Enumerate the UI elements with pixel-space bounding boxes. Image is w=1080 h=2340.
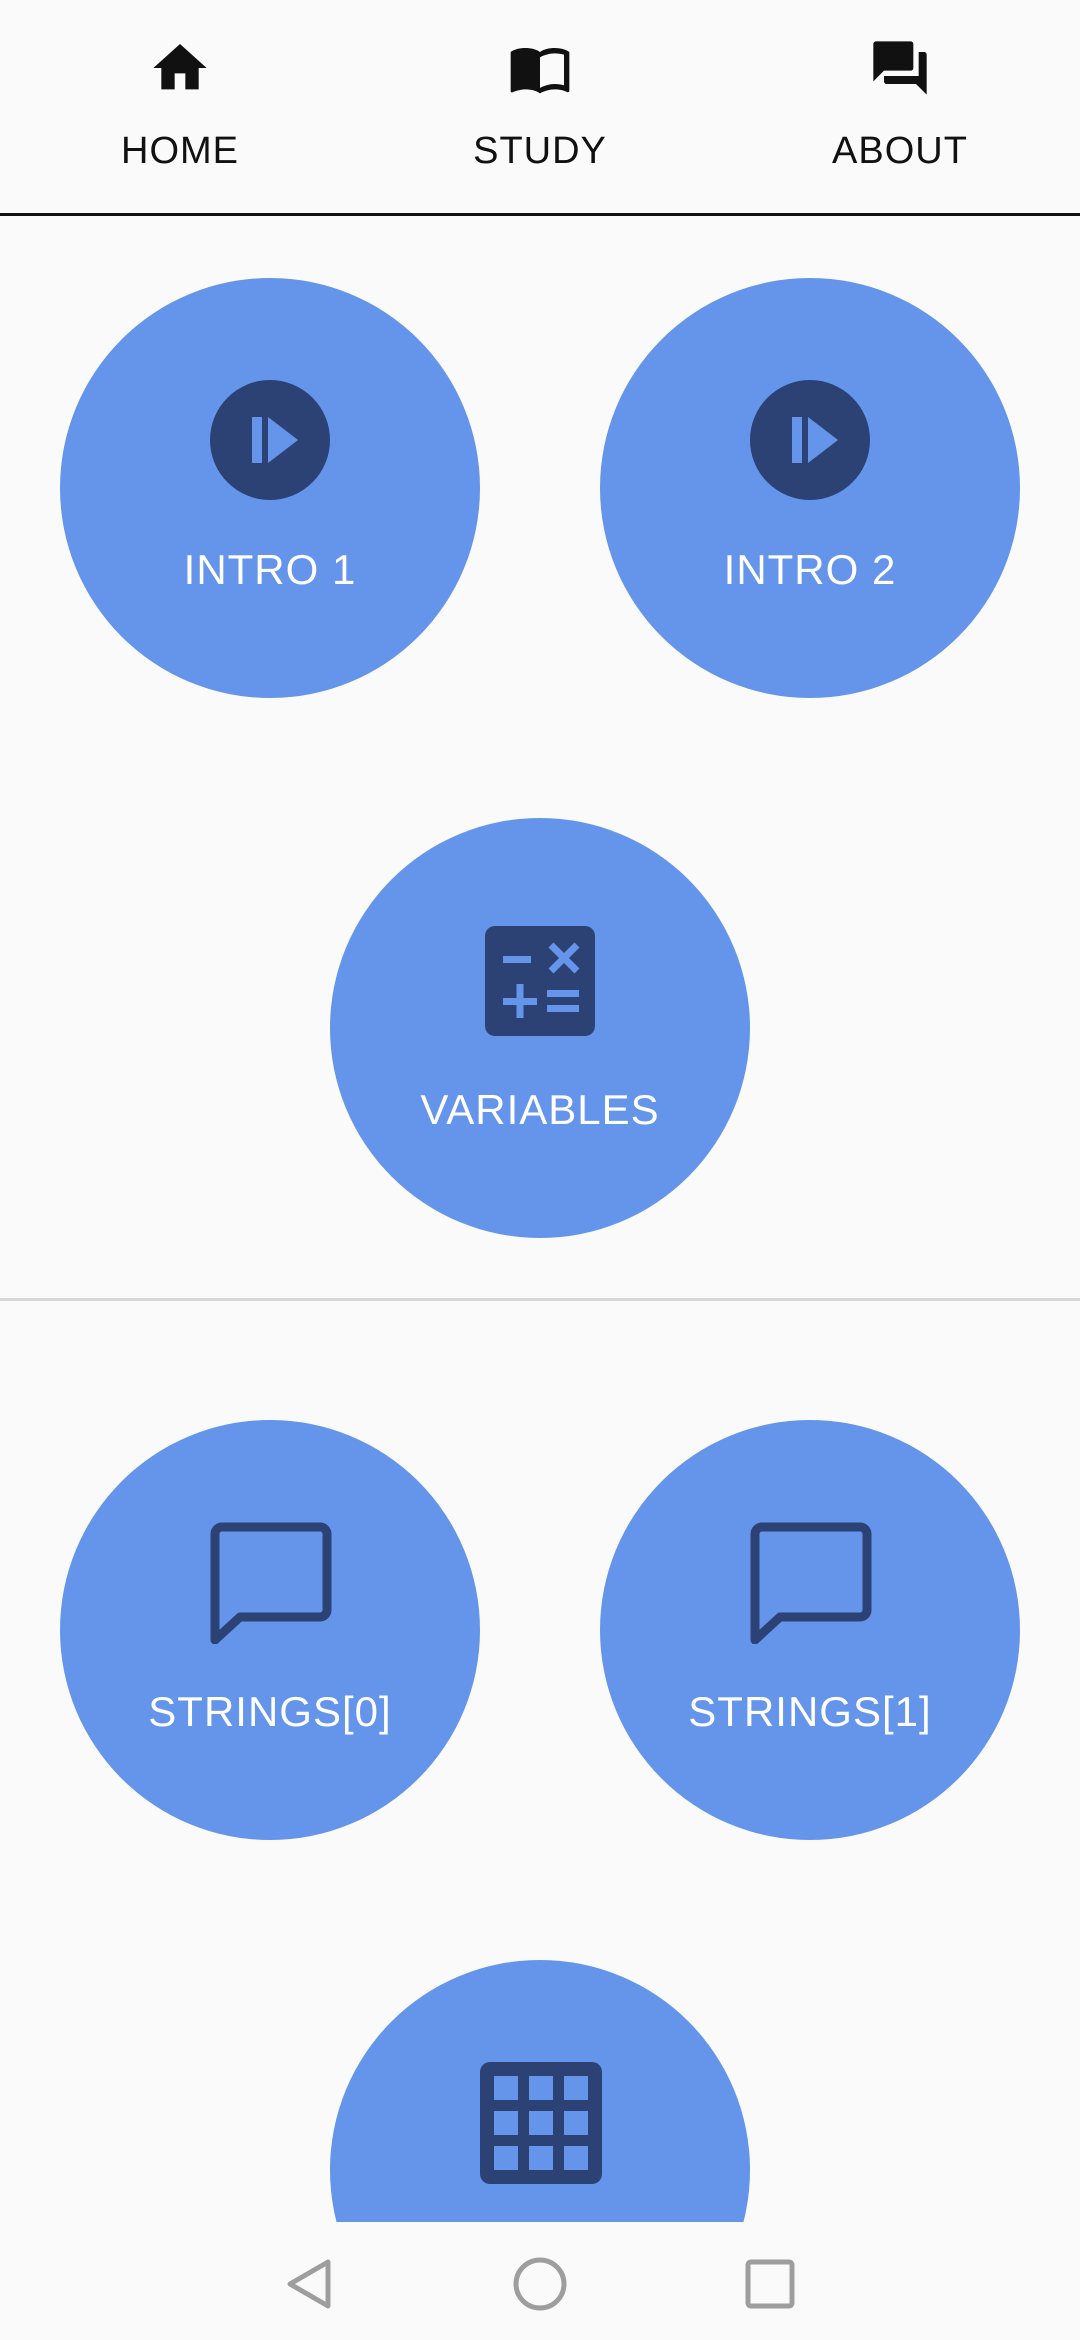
section-divider — [0, 1298, 1080, 1301]
calculator-icon — [485, 926, 595, 1036]
home-circle-icon[interactable] — [510, 2254, 570, 2314]
lesson-variables[interactable]: VARIABLES — [330, 818, 750, 1238]
chat-bubble-icon — [210, 1522, 332, 1644]
system-nav-bar — [0, 2222, 1080, 2340]
tab-home-label: HOME — [121, 130, 239, 172]
tab-study[interactable]: STUDY — [360, 0, 720, 213]
forum-icon — [873, 41, 927, 95]
recents-icon[interactable] — [740, 2254, 800, 2314]
top-tab-bar: HOME STUDY ABOUT — [0, 0, 1080, 216]
back-icon[interactable] — [280, 2254, 340, 2314]
lesson-arrays[interactable] — [330, 1960, 750, 2222]
app-root: HOME STUDY ABOUT INTRO 1 INTRO 2 VARIABL… — [0, 0, 1080, 2340]
lesson-strings-1[interactable]: STRINGS[1] — [600, 1420, 1020, 1840]
play-circle-icon — [750, 380, 870, 500]
book-icon — [510, 48, 570, 94]
content-area: HOME STUDY ABOUT INTRO 1 INTRO 2 VARIABL… — [0, 0, 1080, 2222]
lesson-label: VARIABLES — [420, 1086, 660, 1133]
lesson-intro-2[interactable]: INTRO 2 — [600, 278, 1020, 698]
tab-about[interactable]: ABOUT — [720, 0, 1080, 213]
lesson-intro-1[interactable]: INTRO 1 — [60, 278, 480, 698]
grid-icon — [480, 2062, 602, 2184]
lesson-strings-0[interactable]: STRINGS[0] — [60, 1420, 480, 1840]
chat-bubble-icon — [750, 1522, 872, 1644]
lesson-label: INTRO 2 — [723, 546, 897, 593]
lesson-label: INTRO 1 — [183, 546, 357, 593]
home-icon — [153, 44, 207, 90]
lesson-label: STRINGS[1] — [688, 1688, 932, 1735]
lesson-label: STRINGS[0] — [148, 1688, 392, 1735]
tab-study-label: STUDY — [473, 130, 607, 172]
tab-about-label: ABOUT — [832, 130, 968, 172]
play-circle-icon — [210, 380, 330, 500]
tab-home[interactable]: HOME — [0, 0, 360, 213]
